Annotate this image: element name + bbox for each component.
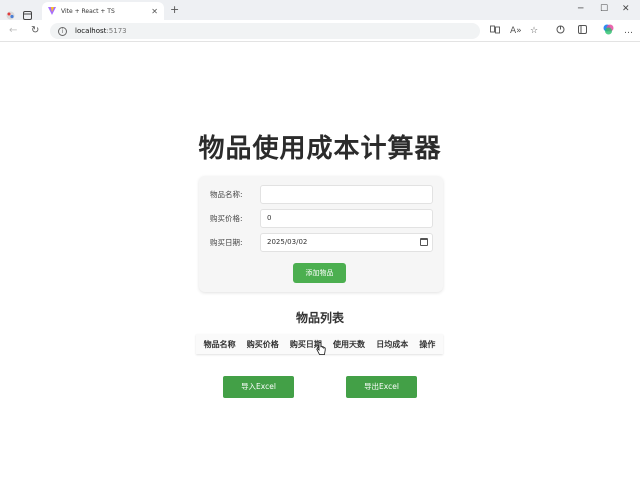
date-input[interactable]: 2025/03/02 — [260, 233, 433, 252]
date-row: 购买日期: 2025/03/02 — [199, 233, 443, 253]
price-input[interactable]: 0 — [260, 209, 433, 228]
tab-close-icon[interactable]: ✕ — [151, 7, 158, 16]
browser-tab-strip: Vite + React + TS ✕ + ─ ☐ ✕ — [0, 0, 640, 20]
favorite-icon[interactable]: ☆ — [530, 25, 538, 37]
url-host: localhost — [75, 27, 107, 35]
calendar-icon[interactable] — [420, 238, 428, 246]
browser-toolbar: ← ↻ i localhost:5173 A» ☆ … — [0, 20, 640, 42]
hand-cursor-icon — [316, 341, 326, 355]
name-row: 物品名称: — [199, 185, 443, 205]
read-aloud-icon[interactable]: A» — [510, 25, 522, 37]
workspaces-icon[interactable] — [23, 5, 32, 20]
minimize-button[interactable]: ─ — [578, 4, 583, 14]
header-daily-cost: 日均成本 — [376, 339, 409, 349]
price-label: 购买价格: — [210, 214, 243, 223]
maximize-button[interactable]: ☐ — [600, 4, 608, 14]
add-item-button[interactable]: 添加物品 — [293, 263, 346, 283]
import-excel-button[interactable]: 导入Excel — [223, 376, 294, 398]
copilot-icon[interactable] — [603, 24, 614, 39]
item-form: 物品名称: 购买价格: 0 购买日期: 2025/03/02 添加物品 — [199, 176, 443, 292]
export-excel-button[interactable]: 导出Excel — [346, 376, 417, 398]
new-tab-button[interactable]: + — [170, 4, 179, 16]
list-title: 物品列表 — [295, 311, 344, 325]
collections-icon[interactable] — [578, 25, 587, 38]
refresh-button[interactable]: ↻ — [31, 25, 39, 37]
address-bar[interactable]: i localhost:5173 — [50, 23, 480, 39]
page-title: 物品使用成本计算器 — [198, 134, 442, 164]
page-root: 物品使用成本计算器 物品名称: 购买价格: 0 购买日期: 2025/03/02… — [0, 42, 640, 480]
site-info-icon[interactable]: i — [58, 26, 67, 36]
header-actions: 操作 — [419, 339, 436, 349]
back-button[interactable]: ← — [9, 25, 17, 37]
vite-favicon-icon — [48, 7, 56, 15]
date-label: 购买日期: — [210, 238, 243, 247]
header-days-used: 使用天数 — [333, 339, 366, 349]
window-left-icons — [6, 5, 32, 20]
url-port: :5173 — [106, 27, 127, 35]
more-menu-icon[interactable]: … — [624, 25, 633, 37]
header-item-name: 物品名称 — [203, 339, 236, 349]
name-input[interactable] — [260, 185, 433, 204]
header-purchase-price: 购买价格 — [246, 339, 279, 349]
close-window-button[interactable]: ✕ — [622, 4, 630, 14]
price-row: 购买价格: 0 — [199, 209, 443, 229]
browser-tab[interactable]: Vite + React + TS ✕ — [42, 2, 164, 20]
profile-icon[interactable] — [6, 5, 15, 20]
date-value: 2025/03/02 — [267, 238, 308, 246]
extensions-icon[interactable] — [556, 25, 565, 38]
tab-title: Vite + React + TS — [61, 7, 115, 15]
translate-icon[interactable] — [490, 25, 500, 38]
name-label: 物品名称: — [210, 190, 243, 199]
